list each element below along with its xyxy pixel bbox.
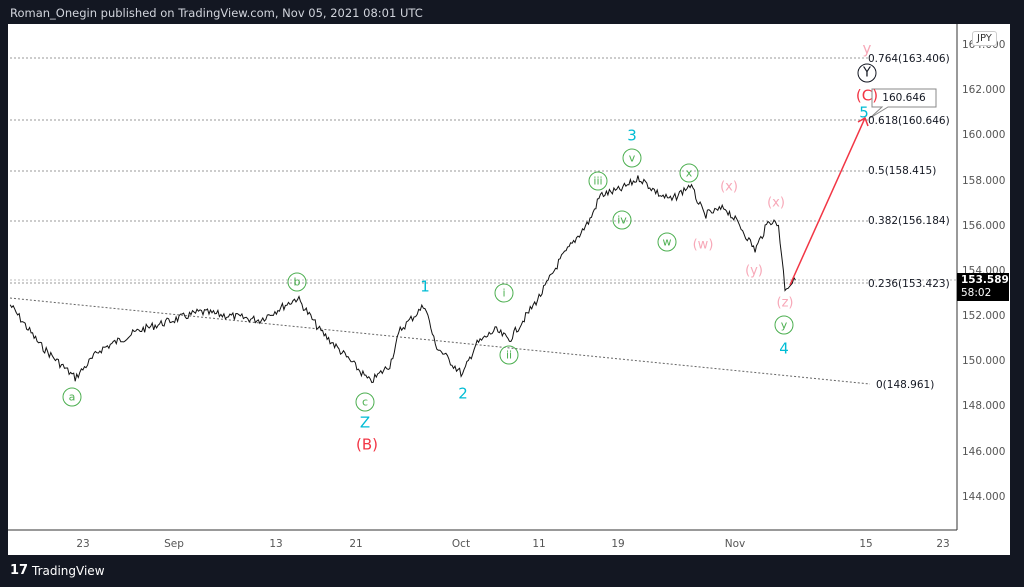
time-tick: Nov xyxy=(724,538,746,550)
price-tick: 144.000 xyxy=(962,491,1006,503)
price-tick: 162.000 xyxy=(962,84,1006,96)
wave-label-y-minor: (y) xyxy=(745,263,763,279)
wave-label-v: v xyxy=(622,148,642,168)
fib-label: 0.382(156.184) xyxy=(868,215,950,227)
time-tick: 21 xyxy=(349,538,363,550)
time-tick: 15 xyxy=(859,538,873,550)
wave-label-ii: ii xyxy=(499,345,519,365)
wave-label-iii: iii xyxy=(588,171,608,191)
time-tick: 19 xyxy=(611,538,625,550)
wave-label-i: i xyxy=(494,283,514,303)
wave-label-w: w xyxy=(657,232,677,252)
fib-label: 0.764(163.406) xyxy=(868,53,950,65)
time-tick: Sep xyxy=(164,538,184,550)
wave-label-B: (B) xyxy=(356,435,378,454)
wave-label-c: c xyxy=(355,392,375,412)
price-tick: 156.000 xyxy=(962,220,1006,232)
wave-label-a: a xyxy=(62,387,82,407)
wave-label-y-pink: y xyxy=(862,39,872,58)
wave-label-Z: Z xyxy=(359,413,371,432)
wave-label-C: (C) xyxy=(855,86,879,105)
wave-label-3: 3 xyxy=(627,126,637,145)
time-tick: 23 xyxy=(76,538,90,550)
wave-label-2: 2 xyxy=(458,384,468,403)
fib-label: 0.236(153.423) xyxy=(868,278,950,290)
time-tick: 23 xyxy=(936,538,950,550)
wave-label-1: 1 xyxy=(420,277,430,296)
footer: 17 TradingView xyxy=(0,555,1024,587)
wave-label-b: b xyxy=(287,272,307,292)
time-tick: Oct xyxy=(451,538,471,550)
footer-brand[interactable]: TradingView xyxy=(32,564,105,578)
wave-label-x-minor: (x) xyxy=(720,179,738,195)
wave-label-iv: iv xyxy=(612,210,632,230)
wave-label-5: 5 xyxy=(859,103,869,122)
wave-label-w-minor: (w) xyxy=(692,237,714,253)
callout-text: 160.646 xyxy=(882,91,926,104)
fib-label: 0(148.961) xyxy=(876,379,935,391)
trendline xyxy=(9,297,871,385)
tradingview-logo-icon: 17 xyxy=(10,563,29,578)
price-tick: 148.000 xyxy=(962,400,1006,412)
projection-arrow xyxy=(789,116,869,286)
wave-label-y: y xyxy=(774,315,794,335)
current-price-badge: 153.589 58:02 xyxy=(957,273,1009,301)
wave-label-z-minor: (z) xyxy=(776,295,794,311)
fib-label: 0.5(158.415) xyxy=(868,165,937,177)
bar-countdown: 58:02 xyxy=(961,287,992,299)
time-tick: 13 xyxy=(269,538,283,550)
price-tick: 160.000 xyxy=(962,129,1006,141)
wave-label-x-minor: (x) xyxy=(767,195,785,211)
current-price: 153.589 xyxy=(961,274,1009,286)
price-series xyxy=(9,175,796,384)
fib-label: 0.618(160.646) xyxy=(868,115,950,127)
time-tick: 11 xyxy=(532,538,546,550)
price-tick: 152.000 xyxy=(962,310,1006,322)
wave-label-4: 4 xyxy=(779,339,789,358)
currency-badge[interactable]: JPY xyxy=(972,31,997,46)
price-tick: 158.000 xyxy=(962,175,1006,187)
price-tick: 146.000 xyxy=(962,446,1006,458)
wave-label-Y: Y xyxy=(857,63,877,83)
wave-label-x: x xyxy=(679,163,699,183)
price-tick: 150.000 xyxy=(962,355,1006,367)
